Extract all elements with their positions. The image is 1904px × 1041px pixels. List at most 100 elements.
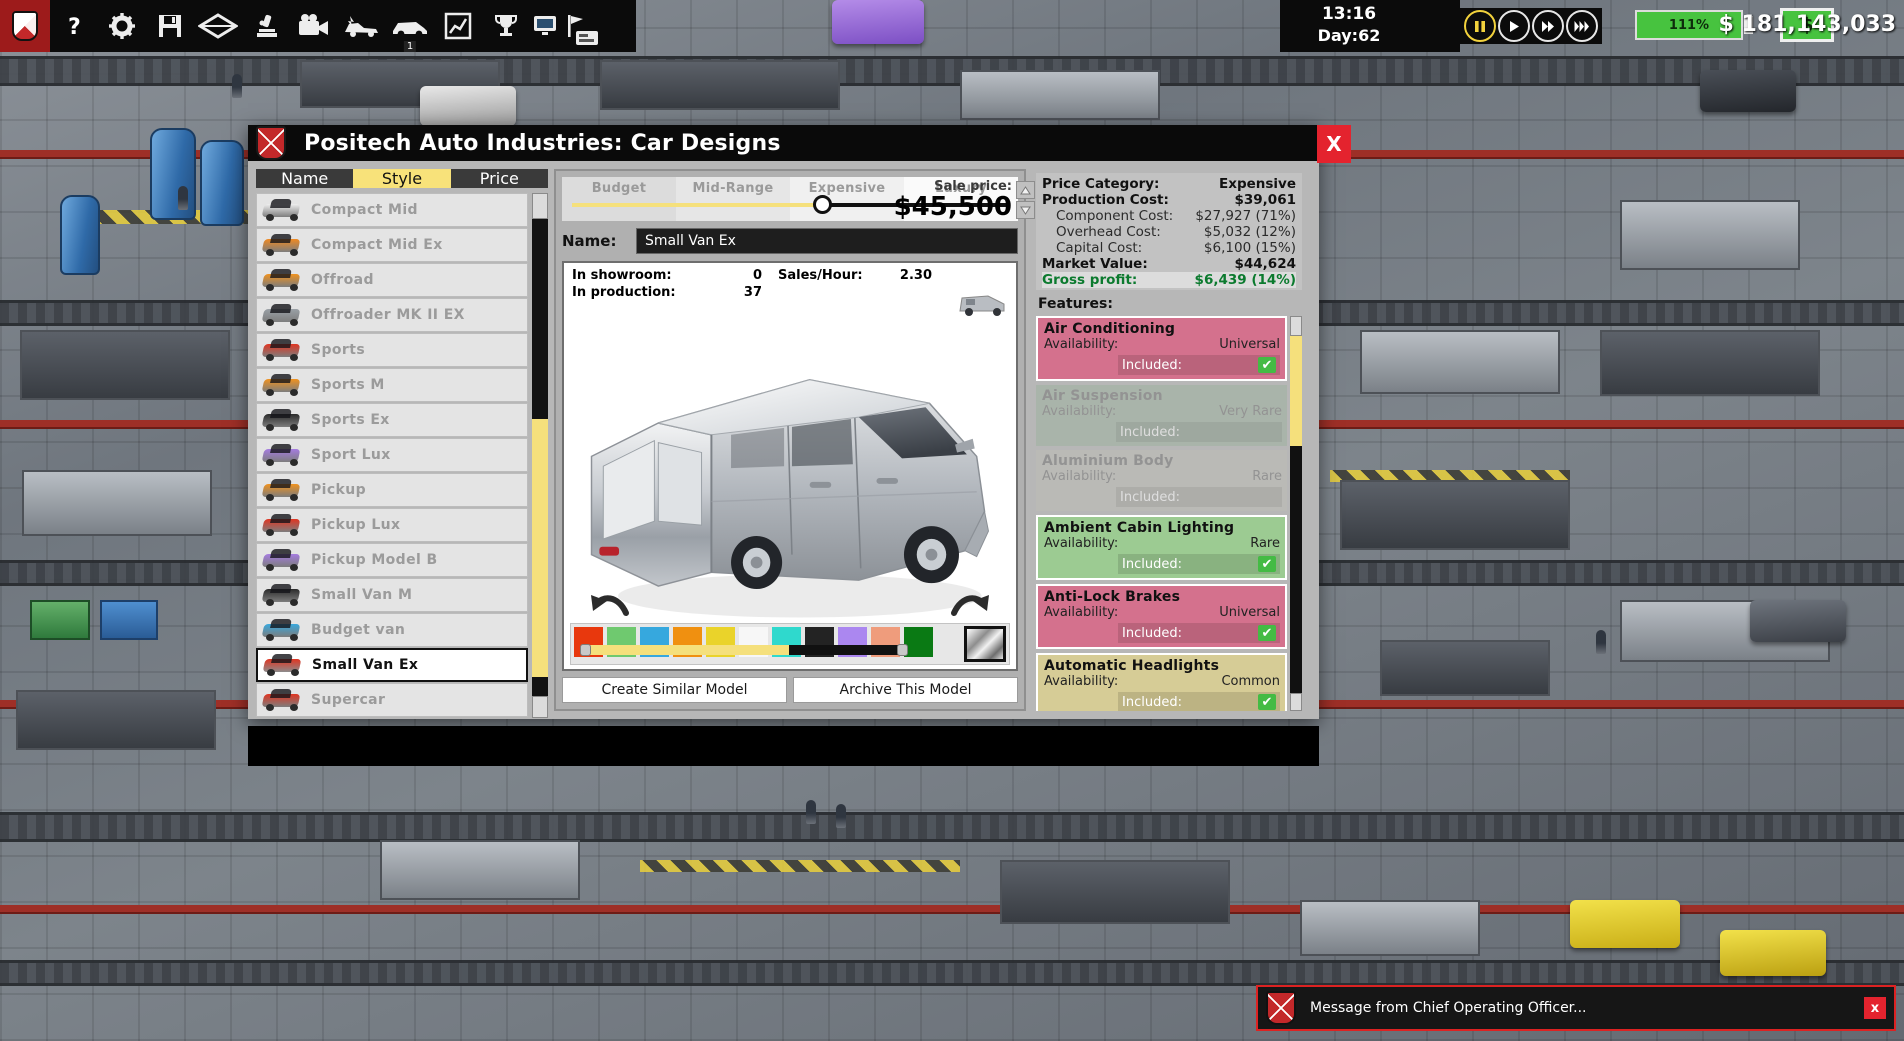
name-input[interactable]: Small Van Ex: [636, 228, 1018, 254]
list-item[interactable]: Small Van Ex: [256, 648, 528, 682]
price-spinners[interactable]: [1016, 181, 1036, 219]
features-scroll-thumb-top[interactable]: [1290, 316, 1302, 336]
stat-row: Capital Cost:$6,100 (15%): [1042, 240, 1296, 256]
price-band-budget[interactable]: Budget: [562, 177, 676, 221]
feature-included-row[interactable]: Included:✔: [1118, 692, 1280, 711]
create-similar-model-button[interactable]: Create Similar Model: [562, 677, 787, 703]
archive-this-model-button[interactable]: Archive This Model: [793, 677, 1018, 703]
car-on-line: [1570, 900, 1680, 948]
reports-button[interactable]: [572, 26, 602, 52]
list-item[interactable]: Sports Ex: [256, 403, 528, 437]
features-scroll-thumb-bottom[interactable]: [1290, 693, 1302, 711]
feature-name: Air Suspension: [1042, 388, 1282, 404]
feature-included-row[interactable]: Included:✔: [1118, 554, 1280, 574]
help-button[interactable]: ?: [50, 0, 98, 52]
tab-style[interactable]: Style: [353, 169, 450, 188]
notification-close-button[interactable]: x: [1864, 997, 1886, 1019]
feature-name: Automatic Headlights: [1044, 658, 1280, 674]
color-slider-knob-left[interactable]: [580, 644, 591, 656]
color-slider-knob-right[interactable]: [897, 644, 908, 656]
car-icon: [261, 407, 303, 433]
list-item[interactable]: Offroader MK II EX: [256, 298, 528, 332]
price-band-midrange[interactable]: Mid-Range: [676, 177, 790, 221]
awards-button[interactable]: [482, 0, 530, 52]
feature-card[interactable]: Air SuspensionAvailability:Very RareIncl…: [1036, 385, 1287, 446]
list-item[interactable]: Offroad: [256, 263, 528, 297]
cash-display: $ 181,143,033: [1719, 12, 1896, 37]
ultra-speed-button[interactable]: [1566, 10, 1598, 42]
save-button[interactable]: [146, 0, 194, 52]
marketing-button[interactable]: [290, 0, 338, 52]
monitor-button[interactable]: [530, 0, 560, 52]
top-toolbar[interactable]: ? 1: [0, 0, 636, 52]
list-item[interactable]: Compact Mid: [256, 193, 528, 227]
feature-card[interactable]: Aluminium BodyAvailability:RareIncluded:: [1036, 450, 1287, 511]
scrollbar-thumb-top[interactable]: [532, 193, 548, 219]
features-list[interactable]: Air ConditioningAvailability:UniversalIn…: [1036, 316, 1287, 711]
close-button[interactable]: X: [1317, 125, 1351, 163]
metallic-swatch[interactable]: [964, 626, 1006, 662]
color-slider[interactable]: [584, 645, 904, 655]
feature-card[interactable]: Air ConditioningAvailability:UniversalIn…: [1036, 316, 1287, 381]
design-button[interactable]: [194, 0, 242, 52]
car-design-list[interactable]: Compact MidCompact Mid ExOffroadOffroade…: [256, 193, 528, 718]
pause-button[interactable]: [1464, 10, 1496, 42]
color-swatch[interactable]: [904, 627, 933, 657]
tab-name[interactable]: Name: [256, 169, 353, 188]
car-icon: [261, 302, 303, 328]
list-item[interactable]: Sports M: [256, 368, 528, 402]
features-scroll-fill[interactable]: [1290, 336, 1302, 446]
car-icon: [261, 442, 303, 468]
showroom-label: In showroom:: [572, 267, 702, 284]
list-item[interactable]: Compact Mid Ex: [256, 228, 528, 262]
car-designs-button[interactable]: 1: [386, 0, 434, 52]
color-swatches[interactable]: [574, 627, 933, 661]
settings-button[interactable]: [98, 0, 146, 52]
speed-controls[interactable]: [1460, 8, 1602, 44]
features-scrollbar[interactable]: [1290, 316, 1302, 711]
research-button[interactable]: [242, 0, 290, 52]
finance-button[interactable]: [434, 0, 482, 52]
company-logo-button[interactable]: [0, 0, 50, 52]
list-scrollbar[interactable]: [532, 193, 548, 718]
stat-label: Overhead Cost:: [1056, 224, 1161, 240]
list-item[interactable]: Sports: [256, 333, 528, 367]
list-item[interactable]: Supercar: [256, 683, 528, 717]
price-down-button[interactable]: [1016, 201, 1035, 219]
feature-included-row[interactable]: Included:: [1116, 487, 1282, 507]
feature-card[interactable]: Automatic HeadlightsAvailability:CommonI…: [1036, 653, 1287, 711]
play-button[interactable]: [1498, 10, 1530, 42]
list-item-label: Sports M: [311, 377, 385, 393]
tab-price[interactable]: Price: [451, 169, 548, 188]
price-up-button[interactable]: [1016, 181, 1035, 199]
action-buttons[interactable]: Create Similar Model Archive This Model: [562, 677, 1018, 703]
scrollbar-track-fill[interactable]: [532, 419, 548, 677]
list-item[interactable]: Pickup: [256, 473, 528, 507]
feature-included-row[interactable]: Included:✔: [1118, 623, 1280, 643]
stat-value: Expensive: [1219, 176, 1296, 192]
list-item[interactable]: Budget van: [256, 613, 528, 647]
rotate-left-button[interactable]: [588, 589, 634, 619]
list-item[interactable]: Pickup Model B: [256, 543, 528, 577]
price-slider-knob[interactable]: [813, 195, 832, 214]
feature-included-row[interactable]: Included:✔: [1118, 355, 1280, 375]
feature-included-row[interactable]: Included:: [1116, 422, 1282, 442]
list-item[interactable]: Sport Lux: [256, 438, 528, 472]
feature-card[interactable]: Ambient Cabin LightingAvailability:RareI…: [1036, 515, 1287, 580]
scrollbar-thumb-bottom[interactable]: [532, 696, 548, 718]
list-item[interactable]: Pickup Lux: [256, 508, 528, 542]
clock-display: 13:16 Day:62: [1304, 4, 1394, 46]
notification-toast[interactable]: Message from Chief Operating Officer... …: [1256, 985, 1896, 1031]
sort-tabs[interactable]: Name Style Price: [256, 169, 548, 188]
list-item[interactable]: Small Van M: [256, 578, 528, 612]
color-swatch-bar[interactable]: [570, 623, 1010, 665]
list-item-label: Budget van: [311, 622, 405, 638]
price-category-slider[interactable]: Budget Mid-Range Expensive Luxury Sale p…: [562, 177, 1018, 221]
feature-card[interactable]: Anti-Lock BrakesAvailability:UniversalIn…: [1036, 584, 1287, 649]
feature-included-label: Included:: [1120, 490, 1180, 505]
car-viewport[interactable]: In showroom: 0 Sales/Hour: 2.30 In produ…: [562, 261, 1018, 671]
crash-test-button[interactable]: [338, 0, 386, 52]
fast-forward-button[interactable]: [1532, 10, 1564, 42]
rotate-right-button[interactable]: [946, 589, 992, 619]
stat-row: Market Value:$44,624: [1042, 256, 1296, 272]
